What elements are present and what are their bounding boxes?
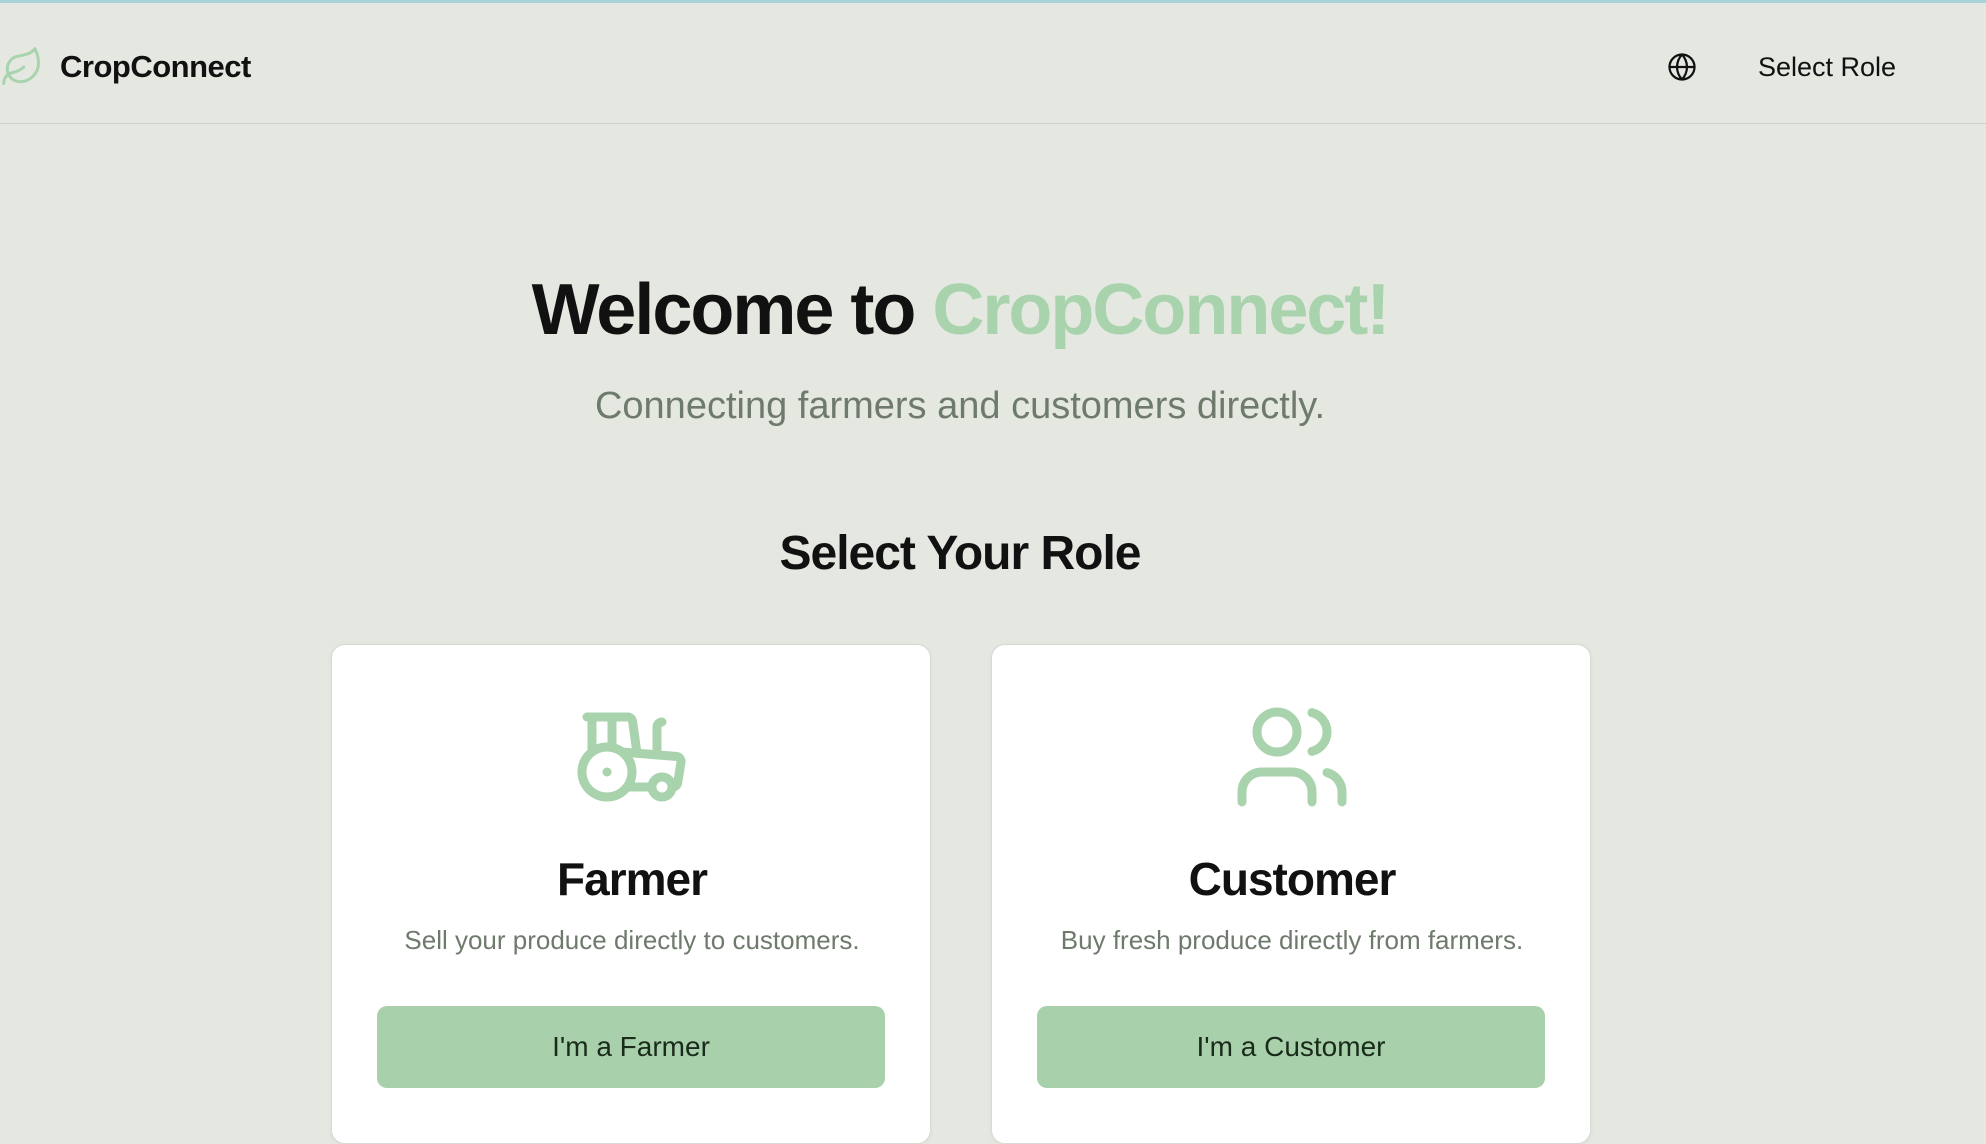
customer-role-card: Customer Buy fresh produce directly from… (991, 644, 1591, 1144)
tractor-icon (577, 712, 686, 802)
farmer-card-title: Farmer (557, 853, 708, 905)
customer-card-title: Customer (1188, 853, 1397, 905)
users-icon (1237, 707, 1347, 807)
globe-icon (1668, 53, 1696, 81)
brand[interactable]: CropConnect (0, 43, 251, 91)
hero-subtitle: Connecting farmers and customers directl… (594, 385, 1326, 427)
language-button[interactable] (1664, 49, 1700, 85)
farmer-role-card: Farmer Sell your produce directly to cus… (331, 644, 931, 1144)
select-role-link[interactable]: Select Role (1740, 47, 1914, 87)
hero-title-highlight: CropConnect! (932, 270, 1390, 350)
farmer-card-description: Sell your produce directly to customers. (404, 925, 860, 955)
brand-name: CropConnect (60, 49, 251, 84)
hero-title-prefix: Welcome to (531, 270, 917, 350)
leaf-icon (2, 47, 40, 85)
navbar: CropConnect Select Role (0, 3, 1986, 124)
farmer-role-button[interactable]: I'm a Farmer (377, 1006, 885, 1088)
customer-role-button[interactable]: I'm a Customer (1037, 1006, 1545, 1088)
customer-card-description: Buy fresh produce directly from farmers. (1060, 925, 1524, 955)
hero-title: Welcome to CropConnect! (0, 270, 1920, 350)
roles-heading: Select Your Role (779, 527, 1141, 580)
